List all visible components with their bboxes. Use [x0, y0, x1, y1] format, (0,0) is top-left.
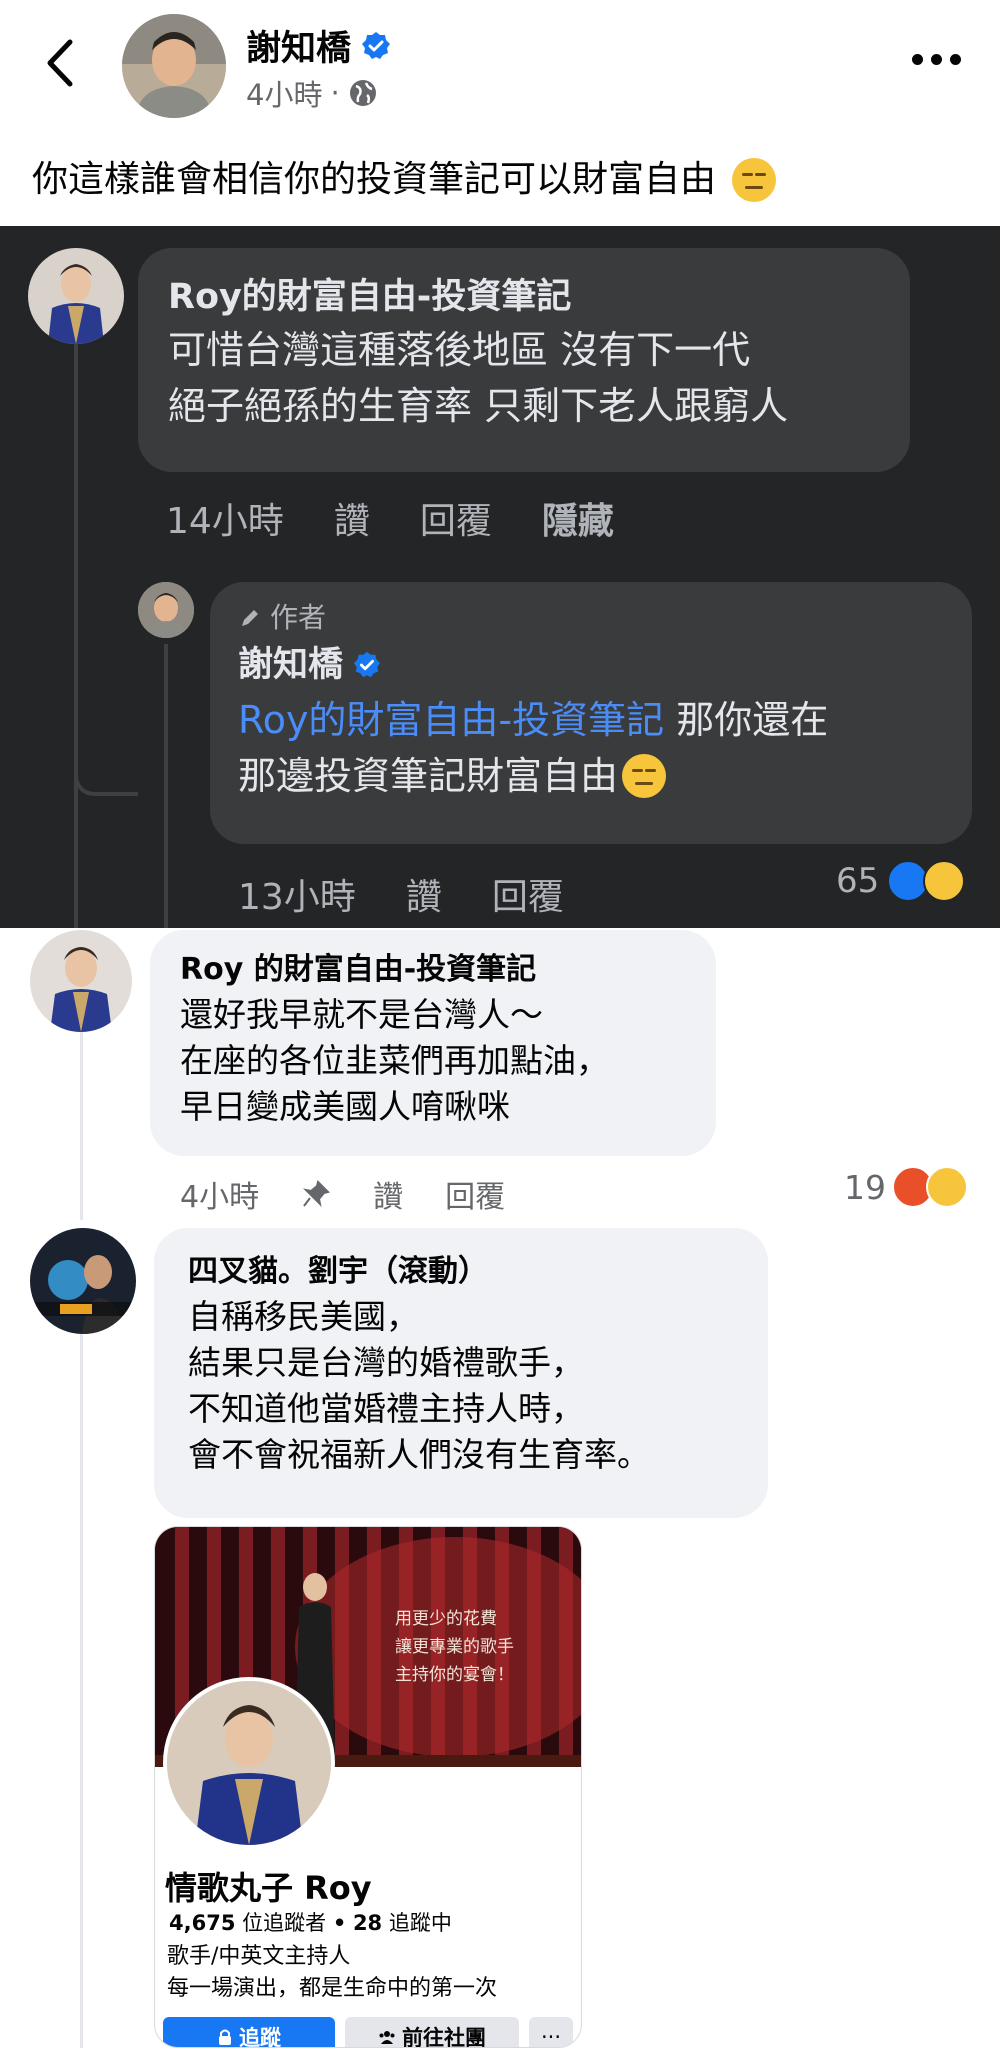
like-button[interactable]: 讚 [373, 1172, 403, 1216]
profile-name[interactable]: 情歌丸子 Roy [165, 1863, 372, 1909]
reply-line: Roy的財富自由-投資筆記 那你還在 [238, 692, 944, 748]
comment-line: 可惜台灣這種落後地區 沒有下一代 [168, 328, 751, 372]
globe-icon [349, 80, 376, 106]
comment-line: 不知道他當婚禮主持人時， [188, 1389, 584, 1428]
pencil-icon [242, 610, 258, 626]
comment-time: 14小時 [166, 501, 284, 542]
post-header: 謝知橋 4小時 · [0, 0, 1000, 140]
commenter-name: Roy的財富自由-投資筆記 [168, 277, 572, 317]
commenter-avatar[interactable] [30, 1228, 136, 1334]
commenter-avatar [28, 248, 124, 344]
reply-button[interactable]: 回覆 [445, 1172, 505, 1216]
follow-button-label: 追蹤 [239, 2026, 281, 2048]
go-to-group-label: 前往社團 [402, 2026, 486, 2048]
reply-line: 那邊投資筆記財富自由 [238, 748, 944, 804]
reply-author-name-text: 謝知橋 [238, 645, 344, 685]
comment-line: 自稱移民美國， [188, 1297, 419, 1336]
author-label: 作者 [238, 598, 944, 638]
post-time[interactable]: 4小時 [246, 72, 322, 114]
go-to-group-button[interactable]: 前往社團 [345, 2017, 519, 2048]
haha-reaction-icon [926, 1166, 968, 1208]
verified-badge-icon [362, 31, 391, 59]
author-label-text: 作者 [270, 601, 327, 634]
profile-bio-line: 歌手/中英文主持人 [167, 1944, 351, 1969]
commenter-name[interactable]: Roy 的財富自由-投資筆記 [180, 948, 686, 992]
group-icon [379, 2031, 395, 2044]
author-avatar[interactable] [122, 14, 226, 118]
reply-time: 13小時 [238, 877, 356, 918]
reply-author-avatar [138, 582, 194, 638]
thread-line [164, 644, 168, 928]
comment-bubble: 四叉貓。劉宇（滾動） 自稱移民美國， 結果只是台灣的婚禮歌手， 不知道他當婚禮主… [154, 1228, 768, 1518]
verified-badge-icon [353, 651, 381, 678]
commenter-name[interactable]: 四叉貓。劉宇（滾動） [188, 1250, 734, 1294]
comment-line: 絕子絕孫的生育率 只剩下老人跟窮人 [168, 384, 789, 428]
reaction-count: 19 [844, 1167, 886, 1207]
profile-bio-line: 每一場演出，都是生命中的第一次 [167, 1976, 498, 2001]
comment-time[interactable]: 4小時 [180, 1172, 259, 1216]
comment-bubble: Roy的財富自由-投資筆記 可惜台灣這種落後地區 沒有下一代 絕子絕孫的生育率 … [138, 248, 910, 472]
cover-caption-line: 用更少的花費 [395, 1609, 497, 1629]
thread-line [74, 344, 78, 834]
author-name-text[interactable]: 謝知橋 [246, 20, 351, 71]
comment-line: 早日變成美國人唷啾咪 [180, 1087, 510, 1126]
thread-connector [74, 766, 138, 796]
reaction-summary: 65 [836, 860, 966, 902]
pin-icon [303, 1180, 331, 1208]
cover-caption-line: 讓更專業的歌手 [395, 1637, 514, 1657]
back-arrow-icon[interactable] [40, 38, 80, 88]
hide-action: 隱藏 [541, 501, 614, 542]
mention-link: Roy的財富自由-投資筆記 [238, 698, 665, 742]
reply-action: 回覆 [491, 877, 564, 918]
reply-text: 那你還在 [664, 698, 829, 742]
profile-stats: 4,675 位追蹤者 • 28 追蹤中 [169, 1907, 452, 1937]
like-action: 讚 [405, 877, 442, 918]
thread-line [74, 826, 78, 928]
reply-action: 回覆 [419, 501, 492, 542]
expressionless-emoji-icon [732, 158, 777, 202]
reaction-count: 65 [836, 861, 880, 901]
stats-separator: • [332, 1911, 347, 1935]
follower-label: 位追蹤者 [242, 1911, 327, 1935]
comment-line: 會不會祝福新人們沒有生育率。 [188, 1435, 650, 1474]
author-name[interactable]: 謝知橋 [246, 20, 391, 71]
reply-author-name: 謝知橋 [238, 638, 944, 692]
lock-icon [219, 2029, 231, 2045]
profile-avatar[interactable] [163, 1677, 335, 1849]
reply-bubble: 作者 謝知橋 Roy的財富自由-投資筆記 那你還在 那邊投資筆記財富自由 [210, 582, 972, 844]
comment-bubble: Roy 的財富自由-投資筆記 還好我早就不是台灣人～ 在座的各位韭菜們再加點油，… [150, 930, 716, 1156]
cover-caption: 用更少的花費 讓更專業的歌手 主持你的宴會！ [395, 1605, 514, 1689]
comment-actions: 14小時 讚 回覆 隱藏 [166, 492, 614, 544]
commenter-avatar[interactable] [30, 930, 132, 1032]
more-options-icon[interactable] [912, 54, 961, 65]
comment-line: 還好我早就不是台灣人～ [180, 995, 543, 1034]
following-label: 追蹤中 [388, 1911, 452, 1935]
follow-button[interactable]: 追蹤 [163, 2017, 335, 2048]
comment-line: 在座的各位韭菜們再加點油， [180, 1041, 609, 1080]
reply-text: 那邊投資筆記財富自由 [238, 754, 619, 798]
cover-caption-line: 主持你的宴會！ [395, 1665, 514, 1685]
profile-preview-card: 用更少的花費 讓更專業的歌手 主持你的宴會！ 情歌丸子 Roy 4,675 位追… [154, 1526, 582, 2048]
meta-separator: · [330, 76, 340, 110]
reply-actions: 13小時 讚 回覆 [238, 868, 564, 920]
expressionless-emoji-icon [622, 754, 667, 798]
thread-line [80, 1330, 83, 2048]
following-count: 28 [352, 1911, 383, 1935]
reaction-summary[interactable]: 19 [844, 1166, 968, 1208]
haha-reaction-icon [923, 860, 966, 902]
post-text: 你這樣誰會相信你的投資筆記可以財富自由 [32, 154, 777, 206]
profile-actions: 追蹤 前往社團 ··· [163, 2017, 573, 2048]
post-text-body: 你這樣誰會相信你的投資筆記可以財富自由 [32, 159, 717, 200]
like-action: 讚 [333, 501, 370, 542]
embedded-comment-screenshot: Roy的財富自由-投資筆記 可惜台灣這種落後地區 沒有下一代 絕子絕孫的生育率 … [0, 226, 1000, 928]
post-meta: 4小時 · [246, 72, 378, 114]
comment-actions: 4小時 讚 回覆 [180, 1172, 505, 1216]
profile-bio: 歌手/中英文主持人 每一場演出，都是生命中的第一次 [167, 1941, 497, 2005]
more-options-button[interactable]: ··· [529, 2017, 573, 2047]
comment-line: 結果只是台灣的婚禮歌手， [188, 1343, 584, 1382]
thread-line [80, 1030, 83, 1220]
follower-count: 4,675 [169, 1911, 236, 1935]
